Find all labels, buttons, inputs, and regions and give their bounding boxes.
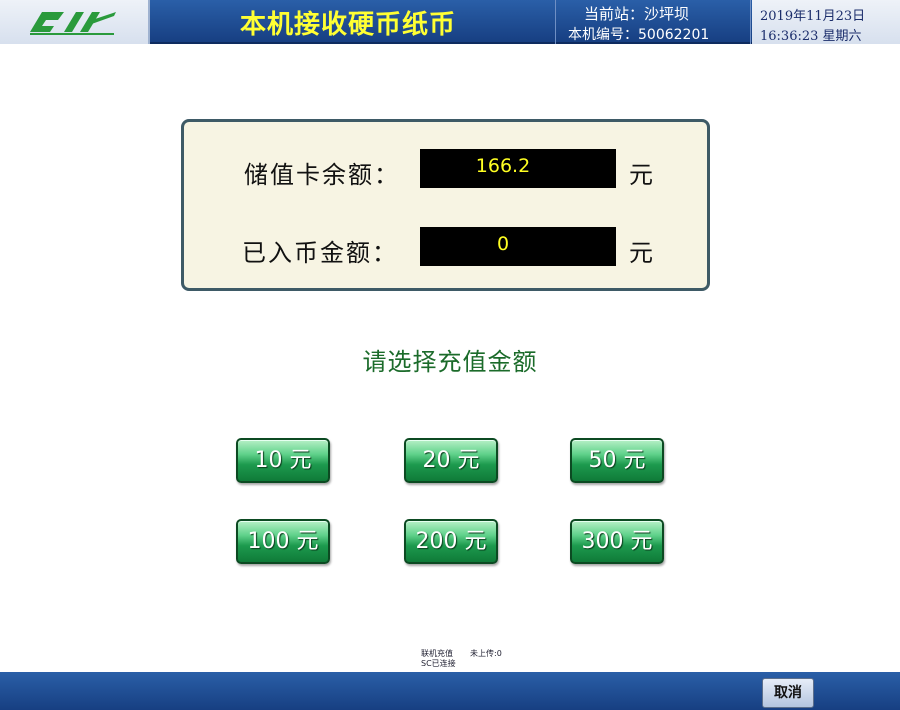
card-balance-display: 166.2 (420, 149, 616, 188)
amount-20-button[interactable]: 20 元 (404, 438, 498, 483)
date-text: 2019年11月23日 (760, 9, 866, 24)
current-station: 当前站：沙坪坝 (584, 5, 690, 23)
cancel-button[interactable]: 取消 (762, 678, 814, 708)
amount-button-label: 100 元 (247, 529, 319, 554)
amount-100-button[interactable]: 100 元 (236, 519, 330, 564)
inserted-amount-display: 0 (420, 227, 616, 266)
machine-number: 本机编号：50062201 (568, 27, 710, 43)
amount-50-button[interactable]: 50 元 (570, 438, 664, 483)
amount-button-label: 200 元 (415, 529, 487, 554)
amount-300-button[interactable]: 300 元 (570, 519, 664, 564)
online-recharge-status: 联机充值 (421, 649, 453, 658)
select-amount-prompt: 请选择充值金额 (362, 348, 538, 376)
cancel-button-label: 取消 (774, 685, 802, 701)
datetime-info: 2019年11月23日 16:36:23 星期六 (752, 0, 900, 44)
inserted-amount-unit: 元 (629, 239, 653, 267)
logo-area (0, 0, 150, 44)
amount-200-button[interactable]: 200 元 (404, 519, 498, 564)
header-bar: 本机接收硬币纸币 当前站：沙坪坝 本机编号：50062201 2019年11月2… (0, 0, 900, 44)
amount-button-label: 300 元 (581, 529, 653, 554)
not-uploaded-status: 未上传:0 (470, 649, 502, 658)
inserted-amount-value: 0 (496, 233, 510, 255)
amount-button-label: 50 元 (588, 448, 646, 473)
amount-10-button[interactable]: 10 元 (236, 438, 330, 483)
sc-connection-status: SC已连接 (421, 659, 456, 668)
time-text: 16:36:23 星期六 (760, 29, 862, 44)
page-title: 本机接收硬币纸币 (240, 10, 457, 40)
card-balance-label: 储值卡余额： (244, 161, 400, 189)
station-info: 当前站：沙坪坝 本机编号：50062201 (555, 0, 751, 44)
inserted-amount-label: 已入币金额： (242, 239, 398, 267)
amount-button-label: 20 元 (422, 448, 480, 473)
card-balance-unit: 元 (629, 161, 653, 189)
metro-logo-icon (30, 12, 116, 35)
balance-panel: 储值卡余额： 166.2 元 已入币金额： 0 元 (181, 119, 710, 291)
card-balance-value: 166.2 (475, 155, 531, 177)
amount-button-label: 10 元 (254, 448, 312, 473)
